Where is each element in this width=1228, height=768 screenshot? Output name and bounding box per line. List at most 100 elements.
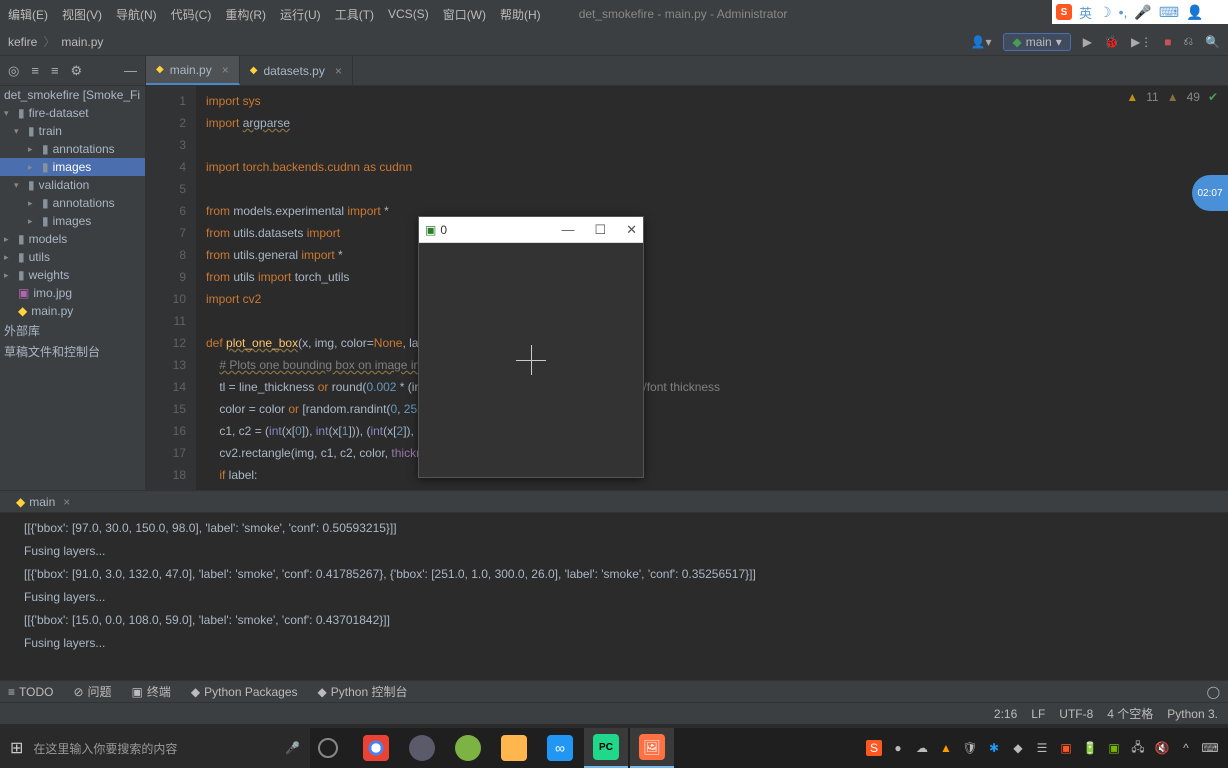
- line-gutter[interactable]: 1 2 3 4 5 6 7 8 9 10 11 12 13 14 15 16 1…: [146, 86, 196, 490]
- timer-badge[interactable]: 02:07: [1192, 175, 1228, 211]
- tray-bluetooth-icon[interactable]: ✱: [986, 740, 1002, 756]
- menu-run[interactable]: 运行(U): [280, 6, 321, 23]
- vcs-button[interactable]: ⎌: [1183, 34, 1193, 49]
- run-tab[interactable]: ◆main×: [8, 495, 78, 509]
- tree-folder[interactable]: ▸▮annotations: [0, 140, 145, 158]
- popup-titlebar[interactable]: ▣0 — ☐ ✕: [419, 217, 643, 243]
- tray-icon[interactable]: ☰: [1034, 740, 1050, 756]
- terminal-tab[interactable]: ▣ 终端: [132, 683, 171, 700]
- user-icon[interactable]: 👤: [1186, 4, 1203, 21]
- moon-icon[interactable]: ☽: [1099, 4, 1112, 21]
- todo-tab[interactable]: ≡ TODO: [8, 685, 53, 699]
- debug-button[interactable]: 🐞: [1104, 35, 1119, 49]
- breadcrumb-root[interactable]: kefire: [8, 35, 37, 49]
- interpreter[interactable]: Python 3.: [1167, 707, 1218, 721]
- tray-icon[interactable]: ●: [890, 740, 906, 756]
- tree-folder[interactable]: ▸▮weights: [0, 266, 145, 284]
- tree-folder[interactable]: ▾▮validation: [0, 176, 145, 194]
- file-encoding[interactable]: UTF-8: [1059, 707, 1093, 721]
- explorer-app[interactable]: [492, 728, 536, 768]
- taskbar-search[interactable]: ⊞ 在这里输入你要搜索的内容 🎤: [0, 728, 310, 768]
- tray-volume-icon[interactable]: 🔇: [1154, 740, 1170, 756]
- mic-icon[interactable]: 🎤: [285, 741, 300, 755]
- cortana-icon[interactable]: [318, 738, 338, 758]
- close-icon[interactable]: ×: [63, 495, 70, 509]
- line-separator[interactable]: LF: [1031, 707, 1045, 721]
- punct-icon[interactable]: •,: [1119, 4, 1128, 20]
- close-icon[interactable]: ×: [335, 64, 342, 78]
- select-target-icon[interactable]: ◎: [8, 63, 19, 79]
- tray-icon[interactable]: ▣: [1058, 740, 1074, 756]
- more-run-button[interactable]: ▶⋮: [1131, 35, 1152, 49]
- tree-folder[interactable]: ▸▮images: [0, 158, 145, 176]
- user-icon[interactable]: 👤▾: [971, 35, 992, 49]
- tree-file[interactable]: ▣imo.jpg: [0, 284, 145, 302]
- sogou-ime-bar[interactable]: S 英 ☽ •, 🎤 ⌨ 👤: [1052, 0, 1228, 24]
- mic-icon[interactable]: 🎤: [1134, 4, 1151, 21]
- baidu-app[interactable]: ∞: [538, 728, 582, 768]
- menu-help[interactable]: 帮助(H): [500, 6, 541, 23]
- tray-shield-icon[interactable]: 🛡: [962, 740, 978, 756]
- event-log-icon[interactable]: ◯: [1207, 685, 1220, 699]
- inspections-widget[interactable]: ▲11 ▲49 ✔: [1126, 90, 1218, 104]
- keyboard-icon[interactable]: ⌨: [1159, 4, 1179, 21]
- tray-icon[interactable]: ▲: [938, 740, 954, 756]
- project-tool-window[interactable]: ◎ ≡ ≡ ⚙ — det_smokefire [Smoke_Fi ▾▮fire…: [0, 56, 146, 490]
- tree-folder[interactable]: ▸▮models: [0, 230, 145, 248]
- close-button[interactable]: ✕: [626, 222, 637, 238]
- tray-up-icon[interactable]: ^: [1178, 740, 1194, 756]
- tree-root[interactable]: det_smokefire [Smoke_Fi: [0, 86, 145, 104]
- editor-tab[interactable]: ◆datasets.py×: [240, 56, 353, 85]
- tray-icon[interactable]: ◆: [1010, 740, 1026, 756]
- stop-button[interactable]: ■: [1164, 35, 1171, 49]
- indent-config[interactable]: 4 个空格: [1107, 705, 1153, 722]
- menu-edit[interactable]: 编辑(E): [8, 6, 48, 23]
- editor-body[interactable]: ▲11 ▲49 ✔ 1 2 3 4 5 6 7 8 9 10 11 12 13 …: [146, 86, 1228, 490]
- tray-nvidia-icon[interactable]: ▣: [1106, 740, 1122, 756]
- run-output[interactable]: [[{'bbox': [97.0, 30.0, 150.0, 98.0], 'l…: [0, 513, 1228, 680]
- editor-tab[interactable]: ◆main.py×: [146, 56, 240, 85]
- python-console-tab[interactable]: ◆ Python 控制台: [318, 683, 408, 700]
- hide-icon[interactable]: —: [124, 63, 137, 78]
- tree-folder[interactable]: ▸▮images: [0, 212, 145, 230]
- settings-icon[interactable]: ⚙: [71, 63, 83, 79]
- collapse-all-icon[interactable]: ≡: [51, 63, 59, 78]
- expand-all-icon[interactable]: ≡: [31, 63, 39, 78]
- code-area[interactable]: import sys import argparse import torch.…: [196, 86, 1228, 490]
- tray-icon[interactable]: ☁: [914, 740, 930, 756]
- tree-folder[interactable]: ▾▮fire-dataset: [0, 104, 145, 122]
- menu-navigate[interactable]: 导航(N): [116, 6, 157, 23]
- breadcrumb-file[interactable]: main.py: [61, 35, 103, 49]
- green-app[interactable]: [446, 728, 490, 768]
- minimize-button[interactable]: —: [561, 222, 574, 238]
- menu-tools[interactable]: 工具(T): [335, 6, 374, 23]
- tree-folder[interactable]: ▸▮utils: [0, 248, 145, 266]
- tray-sogou-icon[interactable]: S: [866, 740, 882, 756]
- tree-folder[interactable]: ▾▮train: [0, 122, 145, 140]
- packages-tab[interactable]: ◆ Python Packages: [191, 685, 298, 699]
- tree-external-libs[interactable]: 外部库: [0, 320, 145, 341]
- tray-battery-icon[interactable]: 🔋: [1082, 740, 1098, 756]
- pycharm-app[interactable]: PC: [584, 728, 628, 768]
- menu-vcs[interactable]: VCS(S): [388, 7, 429, 21]
- menu-refactor[interactable]: 重构(R): [225, 6, 266, 23]
- menu-window[interactable]: 窗口(W): [443, 6, 486, 23]
- moon-app[interactable]: [400, 728, 444, 768]
- tray-keyboard-icon[interactable]: ⌨: [1202, 740, 1218, 756]
- chrome-app[interactable]: [354, 728, 398, 768]
- maximize-button[interactable]: ☐: [594, 222, 606, 238]
- opencv-window[interactable]: ▣0 — ☐ ✕: [418, 216, 644, 478]
- problems-tab[interactable]: ⊘ 问题: [73, 683, 111, 700]
- tray-network-icon[interactable]: 🖧: [1130, 740, 1146, 756]
- tree-file[interactable]: ◆main.py: [0, 302, 145, 320]
- caret-position[interactable]: 2:16: [994, 707, 1017, 721]
- tree-scratches[interactable]: 草稿文件和控制台: [0, 341, 145, 362]
- close-icon[interactable]: ×: [222, 63, 229, 77]
- ime-lang[interactable]: 英: [1079, 3, 1092, 22]
- photos-app[interactable]: 🖼: [630, 728, 674, 768]
- run-config-selector[interactable]: ◆ main ▾: [1003, 33, 1070, 51]
- tree-folder[interactable]: ▸▮annotations: [0, 194, 145, 212]
- menu-view[interactable]: 视图(V): [62, 6, 102, 23]
- search-button[interactable]: 🔍: [1205, 35, 1220, 49]
- run-button[interactable]: ▶: [1083, 35, 1092, 49]
